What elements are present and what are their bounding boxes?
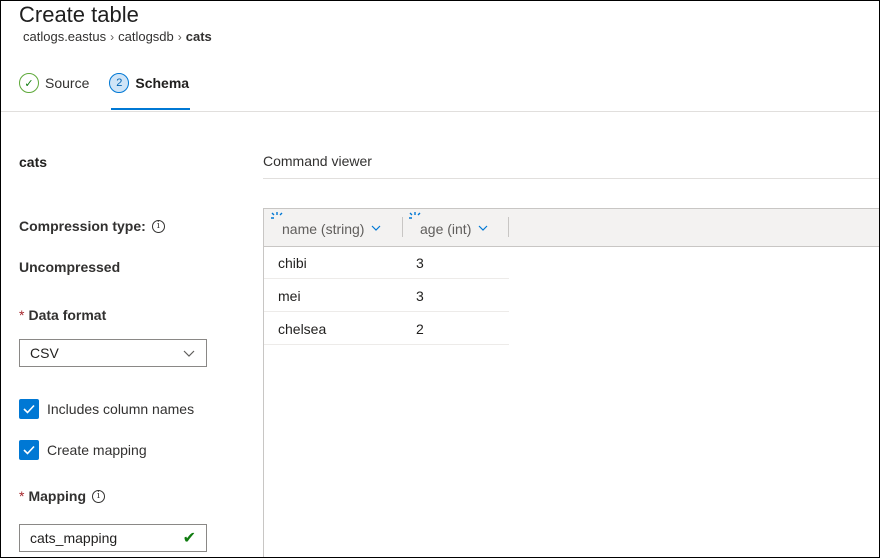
- loading-spinner-icon: [271, 212, 283, 219]
- cell-age: 3: [416, 288, 424, 304]
- data-format-label: Data format: [28, 307, 107, 323]
- table-row: chibi 3: [264, 247, 509, 279]
- column-header-age[interactable]: age (int): [408, 209, 504, 247]
- breadcrumb-cluster[interactable]: catlogs.eastus: [23, 29, 106, 44]
- column-header-age-label: age (int): [420, 220, 472, 237]
- active-tab-indicator: [111, 108, 190, 110]
- mapping-label-row: * Mapping i: [19, 488, 105, 504]
- chevron-down-icon: [372, 225, 381, 231]
- info-icon[interactable]: i: [92, 489, 105, 503]
- chevron-right-icon: ›: [110, 29, 115, 44]
- create-mapping-checkbox[interactable]: Create mapping: [19, 440, 147, 460]
- includes-column-names-checkbox[interactable]: Includes column names: [19, 399, 194, 419]
- table-name: cats: [19, 154, 48, 170]
- includes-column-names-label: Includes column names: [47, 401, 195, 417]
- checkmark-icon: ✔: [182, 530, 196, 547]
- cell-name: chibi: [278, 255, 307, 271]
- chevron-right-icon: ›: [177, 29, 182, 44]
- cell-name: mei: [278, 288, 301, 304]
- header-divider: [1, 111, 879, 112]
- required-marker: *: [19, 307, 25, 323]
- create-mapping-label: Create mapping: [47, 442, 147, 458]
- data-format-dropdown[interactable]: CSV: [19, 339, 207, 367]
- data-format-label-row: * Data format: [19, 307, 106, 323]
- chevron-down-icon: [478, 225, 488, 231]
- column-header-name[interactable]: name (string): [270, 209, 402, 247]
- wizard-steps: ✓ Source 2 Schema: [19, 71, 189, 95]
- breadcrumb: catlogs.eastus › catlogsdb › cats: [23, 29, 212, 44]
- compression-type-label: Compression type:: [19, 218, 146, 234]
- compression-type-label-row: Compression type: i: [19, 218, 165, 234]
- cell-name: chelsea: [278, 321, 327, 337]
- info-icon[interactable]: i: [151, 219, 165, 233]
- table-row: chelsea 2: [264, 313, 509, 345]
- chevron-down-icon: [183, 350, 195, 357]
- mapping-name-value: cats_mapping: [30, 530, 118, 546]
- page-title: Create table: [19, 2, 139, 27]
- tab-source-label: Source: [45, 75, 90, 91]
- breadcrumb-table: cats: [185, 29, 212, 44]
- cell-age: 2: [416, 321, 424, 337]
- checkbox-checked-icon: [19, 399, 39, 419]
- cell-age: 3: [416, 255, 424, 271]
- data-format-selected: CSV: [30, 345, 59, 361]
- table-row: mei 3: [264, 280, 509, 312]
- breadcrumb-database[interactable]: catlogsdb: [118, 29, 174, 44]
- mapping-name-input[interactable]: cats_mapping ✔: [19, 524, 207, 552]
- checkbox-checked-icon: [19, 440, 39, 460]
- column-separator[interactable]: [508, 217, 509, 237]
- schema-preview-grid: name (string) age (int) chibi 3 mei 3 ch…: [263, 208, 879, 557]
- command-viewer-divider: [263, 178, 879, 179]
- tab-schema[interactable]: 2 Schema: [109, 71, 189, 95]
- check-circle-icon: ✓: [19, 73, 39, 93]
- required-marker: *: [19, 488, 25, 504]
- create-table-panel: Create table catlogs.eastus › catlogsdb …: [0, 0, 880, 558]
- column-header-name-label: name (string): [282, 220, 365, 237]
- command-viewer-toggle[interactable]: Command viewer: [263, 153, 372, 169]
- column-separator[interactable]: [402, 217, 403, 237]
- tab-source[interactable]: ✓ Source: [19, 71, 89, 95]
- mapping-label: Mapping: [28, 488, 86, 504]
- step-number-badge: 2: [109, 73, 130, 93]
- compression-type-value: Uncompressed: [19, 259, 121, 275]
- loading-spinner-icon: [409, 212, 421, 219]
- grid-header: name (string) age (int): [264, 209, 879, 247]
- tab-schema-label: Schema: [135, 75, 190, 91]
